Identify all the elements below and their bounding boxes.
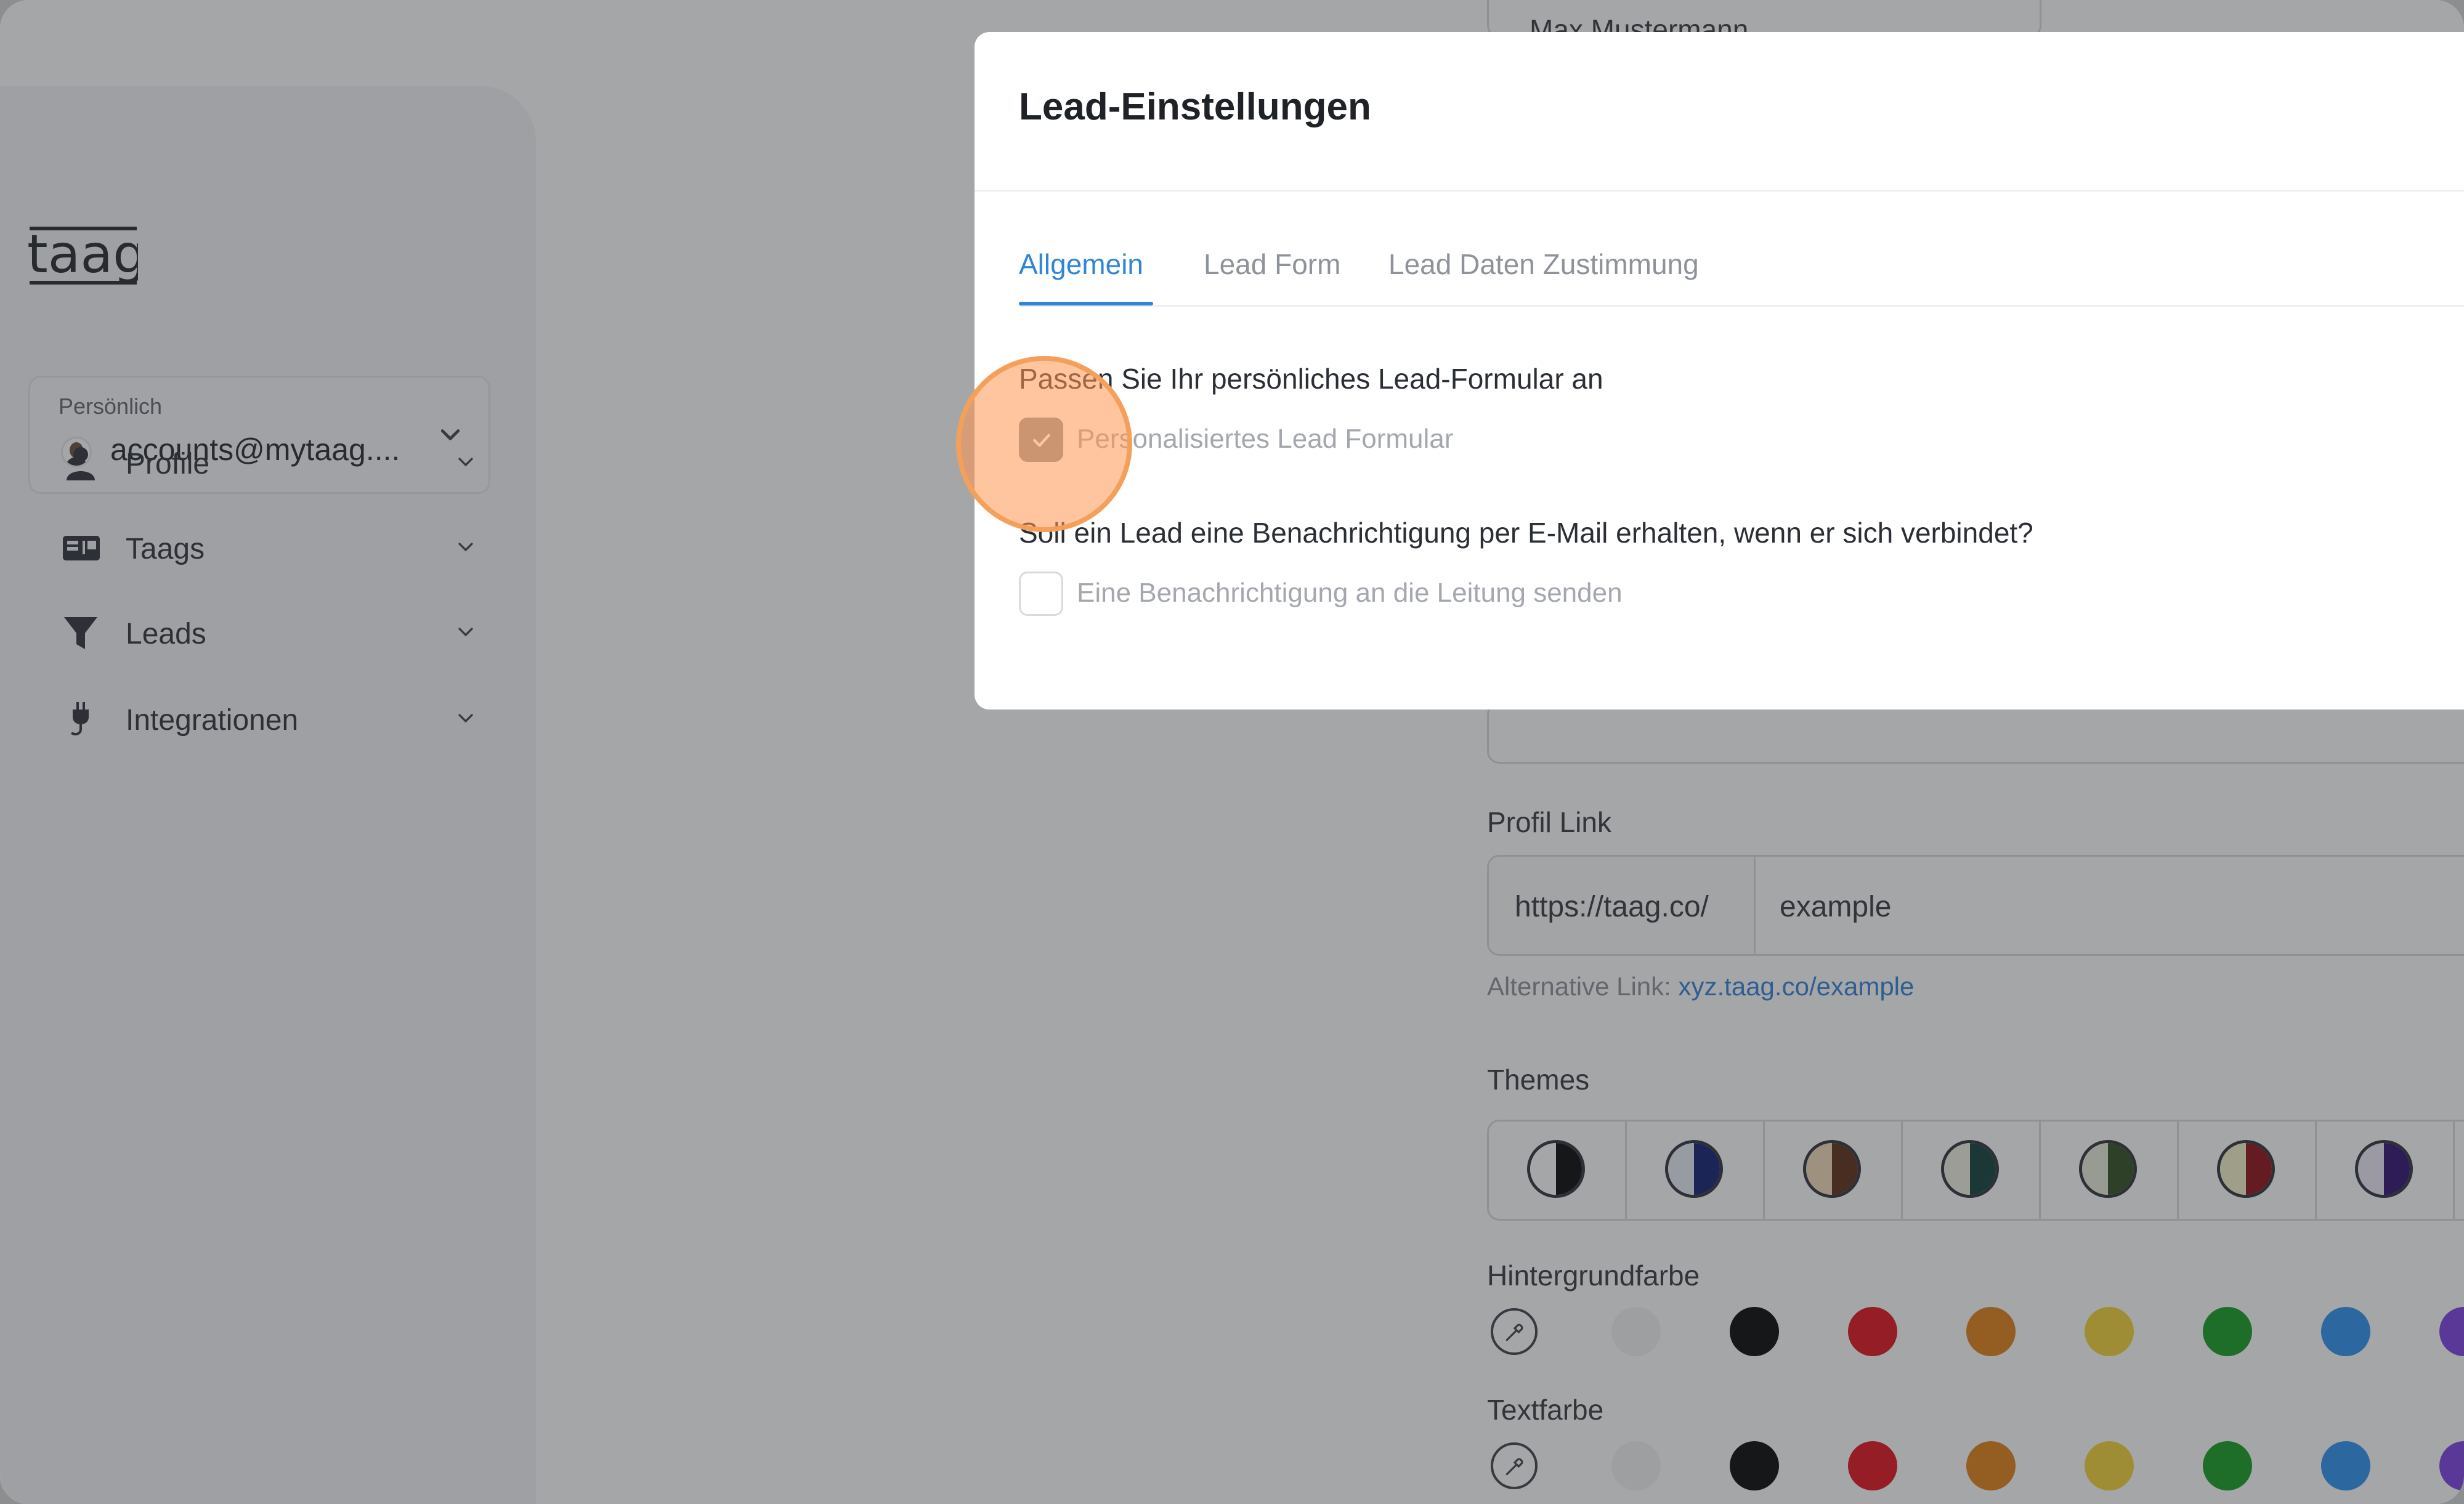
notify-lead-checkbox[interactable] — [1019, 572, 1063, 616]
modal-title: Lead-Einstellungen — [1019, 86, 1371, 128]
tab-allgemein[interactable]: Allgemein — [1019, 248, 1153, 305]
section-question: Soll ein Lead eine Benachrichtigung per … — [1019, 517, 2033, 549]
tab-lead-form[interactable]: Lead Form — [1204, 248, 1340, 281]
checkbox-label[interactable]: Personalisiertes Lead Formular — [1077, 424, 1453, 455]
lead-settings-modal: Lead-Einstellungen Allgemein Lead Form L… — [975, 32, 2464, 710]
tab-bar: Allgemein Lead Form Lead Daten Zustimmun… — [1019, 248, 2464, 340]
app-window: taag Persönlich accounts@mytaag.... Prof… — [0, 0, 2464, 1504]
divider — [975, 190, 2464, 192]
checkbox-label[interactable]: Eine Benachrichtigung an die Leitung sen… — [1077, 578, 1623, 608]
tab-lead-daten-zustimmung[interactable]: Lead Daten Zustimmung — [1388, 248, 1699, 281]
active-tab-indicator — [1019, 302, 1153, 305]
click-highlight — [956, 356, 1132, 532]
